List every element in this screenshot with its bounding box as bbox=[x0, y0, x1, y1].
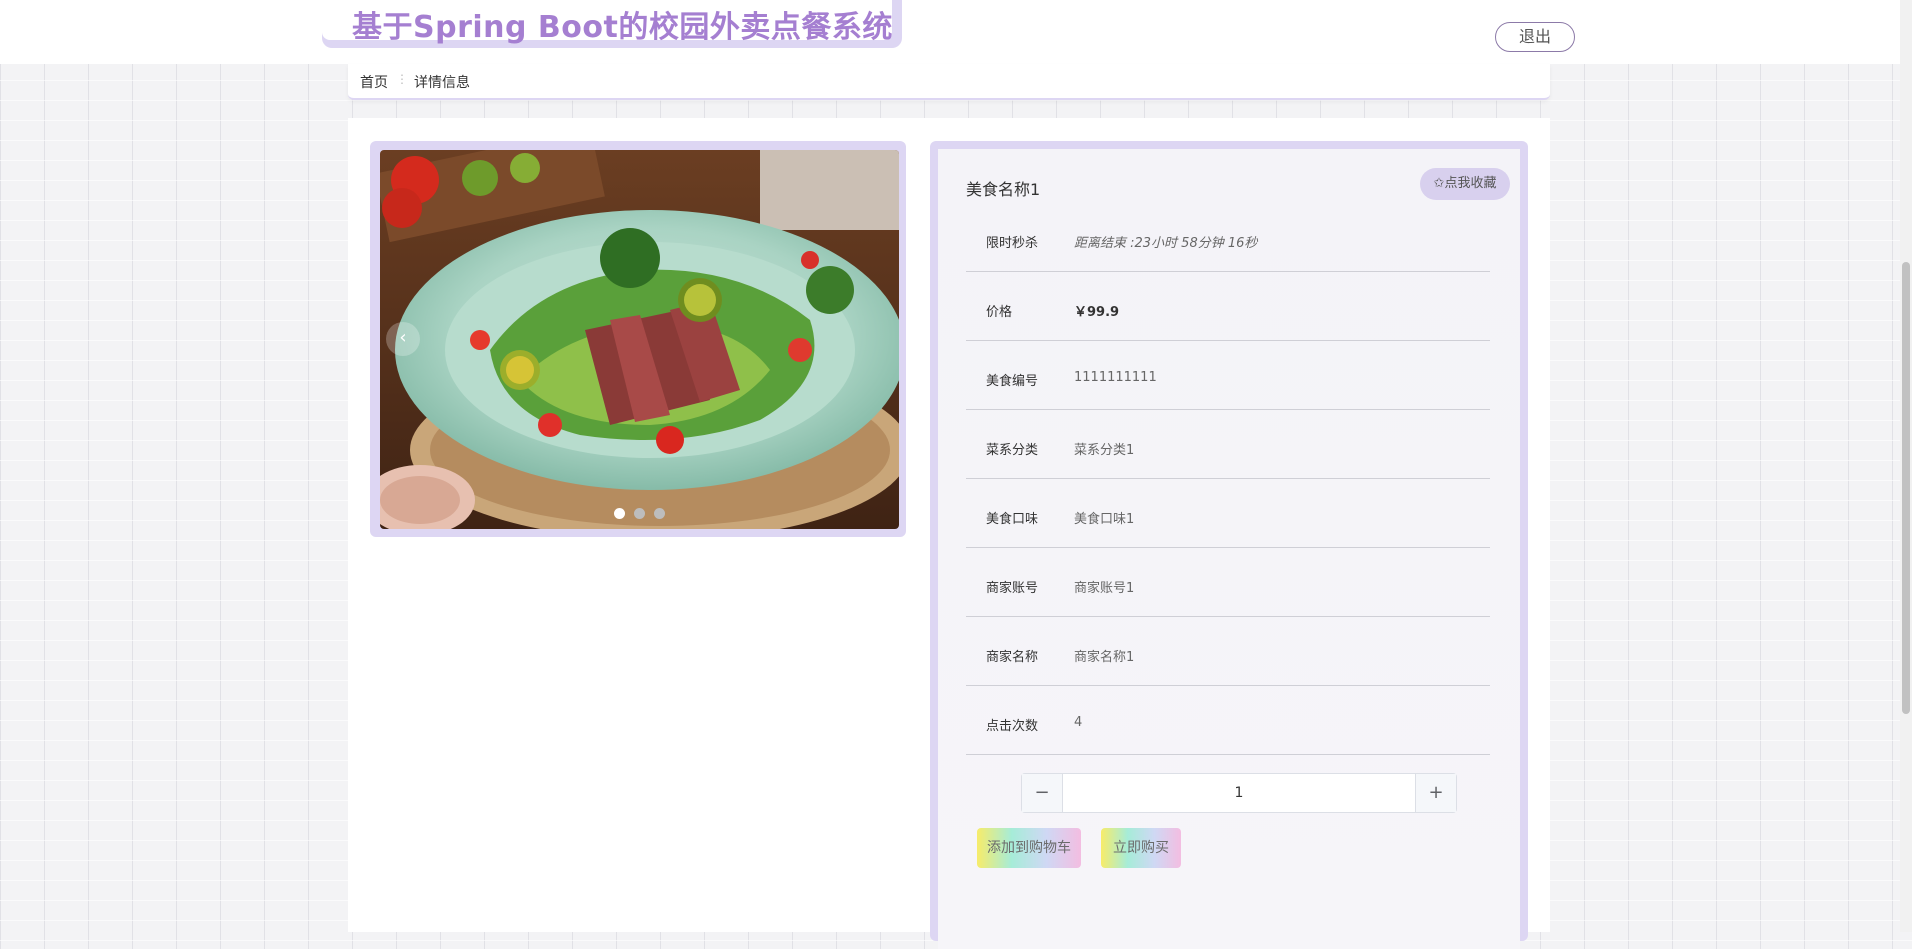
scrollbar-thumb[interactable] bbox=[1902, 262, 1910, 714]
logout-button[interactable]: 退出 bbox=[1495, 22, 1575, 52]
row-divider bbox=[966, 271, 1490, 272]
row-divider bbox=[966, 685, 1490, 686]
quantity-increase-button[interactable]: + bbox=[1415, 774, 1456, 812]
row-divider bbox=[966, 616, 1490, 617]
row-label-clicks: 点击次数 bbox=[986, 719, 1039, 734]
site-title: 基于Spring Boot的校园外卖点餐系统 bbox=[352, 10, 893, 45]
row-value-cuisine: 菜系分类1 bbox=[1074, 443, 1135, 458]
row-divider bbox=[966, 754, 1490, 755]
row-value-flash-sale: 距离结束 :23小时 58分钟 16秒 bbox=[1074, 236, 1258, 251]
row-value-price: ￥99.9 bbox=[1074, 305, 1120, 320]
row-label-flavor: 美食口味 bbox=[986, 512, 1039, 527]
breadcrumb: 首页 ⋮ 详情信息 bbox=[348, 64, 1550, 100]
breadcrumb-home[interactable]: 首页 bbox=[360, 72, 388, 92]
breadcrumb-separator: ⋮ bbox=[396, 72, 408, 86]
row-divider bbox=[966, 409, 1490, 410]
carousel-dot-1[interactable] bbox=[614, 508, 625, 519]
buy-now-button[interactable]: 立即购买 bbox=[1101, 828, 1181, 868]
row-value-merchant-account: 商家账号1 bbox=[1074, 581, 1135, 596]
carousel-dot-2[interactable] bbox=[634, 508, 645, 519]
row-value-food-id: 1111111111 bbox=[1074, 370, 1157, 385]
add-to-cart-button[interactable]: 添加到购物车 bbox=[977, 828, 1081, 868]
row-value-flavor: 美食口味1 bbox=[1074, 512, 1135, 527]
row-divider bbox=[966, 547, 1490, 548]
row-label-flash-sale: 限时秒杀 bbox=[986, 236, 1039, 251]
row-divider bbox=[966, 340, 1490, 341]
row-label-price: 价格 bbox=[986, 305, 1013, 320]
top-bar bbox=[0, 0, 1912, 64]
favorite-button[interactable]: ✩点我收藏 bbox=[1420, 168, 1510, 200]
food-image[interactable] bbox=[380, 150, 899, 529]
quantity-stepper: − 1 + bbox=[1021, 773, 1457, 813]
row-label-food-id: 美食编号 bbox=[986, 374, 1039, 389]
row-label-cuisine: 菜系分类 bbox=[986, 443, 1039, 458]
breadcrumb-current: 详情信息 bbox=[414, 75, 470, 91]
chevron-left-icon: ‹ bbox=[399, 327, 407, 348]
row-label-merchant-name: 商家名称 bbox=[986, 650, 1039, 665]
row-value-merchant-name: 商家名称1 bbox=[1074, 650, 1135, 665]
food-salad-image bbox=[380, 150, 899, 529]
quantity-input[interactable]: 1 bbox=[1063, 774, 1415, 812]
carousel-dot-3[interactable] bbox=[654, 508, 665, 519]
quantity-decrease-button[interactable]: − bbox=[1022, 774, 1063, 812]
food-name: 美食名称1 bbox=[966, 180, 1041, 199]
carousel-prev-button[interactable]: ‹ bbox=[386, 322, 420, 356]
row-divider bbox=[966, 478, 1490, 479]
row-label-merchant-account: 商家账号 bbox=[986, 581, 1039, 596]
row-value-clicks: 4 bbox=[1074, 715, 1083, 730]
